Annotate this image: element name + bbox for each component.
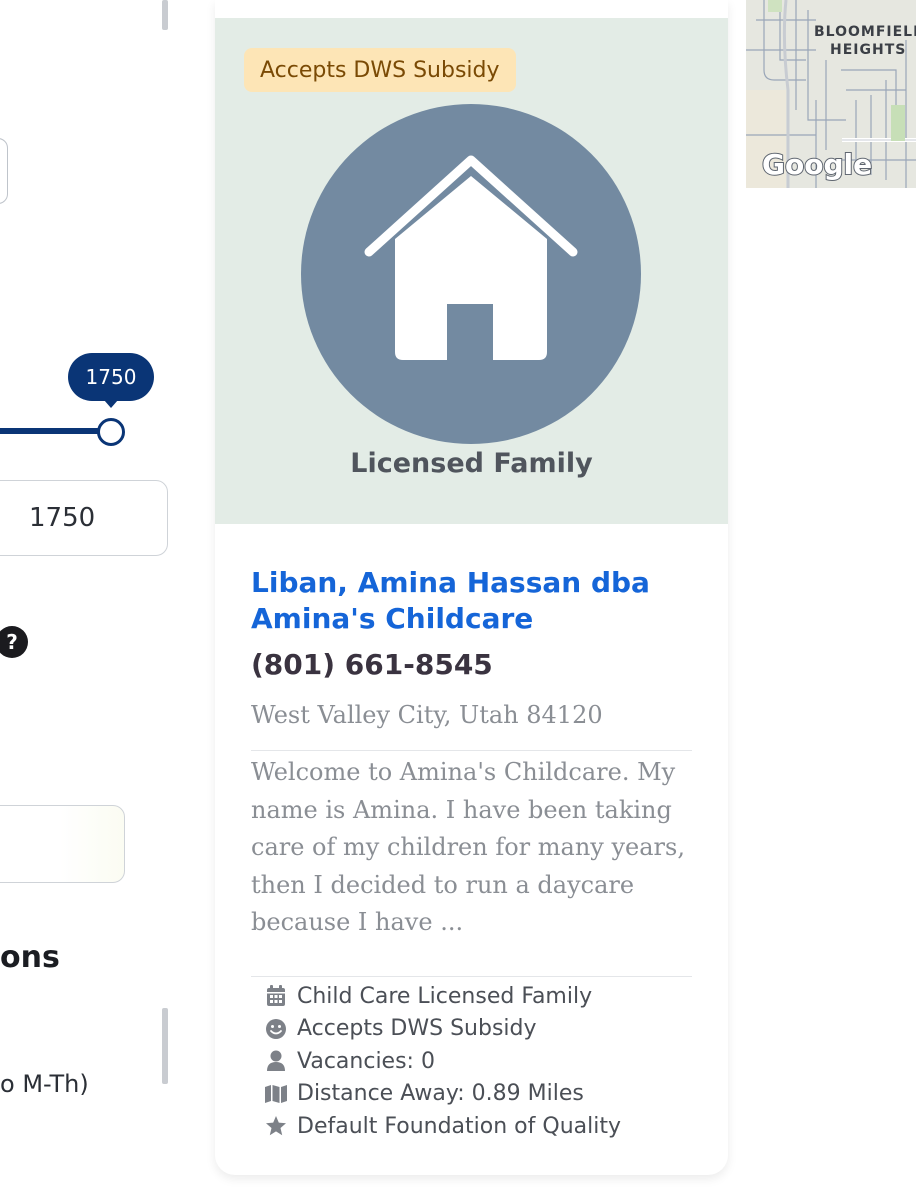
- divider: [251, 750, 692, 751]
- help-icon[interactable]: ?: [0, 626, 28, 658]
- max-price-input[interactable]: 1750: [0, 480, 168, 556]
- provider-name-link[interactable]: Liban, Amina Hassan dba Amina's Childcar…: [251, 565, 691, 637]
- filter-input-top[interactable]: [0, 138, 8, 204]
- section-heading: ons: [0, 940, 60, 975]
- provider-phone[interactable]: (801) 661-8545: [251, 648, 493, 681]
- card-hero: Accepts DWS Subsidy Licensed Family: [215, 18, 728, 524]
- calendar-icon: [263, 984, 289, 1008]
- user-icon: [263, 1049, 289, 1073]
- house-icon: [301, 104, 641, 444]
- provider-card[interactable]: Accepts DWS Subsidy Licensed Family Liba…: [215, 0, 728, 1175]
- feature-list: Child Care Licensed Family Accepts DWS S…: [263, 980, 621, 1143]
- feature-label: Distance Away: 0.89 Miles: [297, 1081, 584, 1107]
- feature-item-vacancies: Vacancies: 0: [263, 1045, 621, 1078]
- feature-label: Default Foundation of Quality: [297, 1113, 621, 1139]
- map-thumbnail[interactable]: BLOOMFIELD HEIGHTS Google: [746, 0, 916, 188]
- feature-item-quality: Default Foundation of Quality: [263, 1110, 621, 1143]
- smile-icon: [263, 1017, 289, 1041]
- price-slider-track[interactable]: [0, 428, 112, 434]
- feature-item-care-type: Child Care Licensed Family: [263, 980, 621, 1013]
- feature-label: Vacancies: 0: [297, 1048, 435, 1074]
- subsidy-badge: Accepts DWS Subsidy: [244, 48, 516, 92]
- filter-text-input[interactable]: [0, 805, 125, 883]
- star-icon: [263, 1114, 289, 1138]
- price-slider-thumb[interactable]: [97, 418, 125, 446]
- schedule-option-label: o M-Th): [0, 1070, 89, 1098]
- map-area-label-2: HEIGHTS: [830, 42, 906, 58]
- feature-label: Child Care Licensed Family: [297, 983, 593, 1009]
- provider-type-label: Licensed Family: [350, 448, 593, 479]
- provider-description: Welcome to Amina's Childcare. My name is…: [251, 758, 685, 936]
- feature-item-subsidy: Accepts DWS Subsidy: [263, 1013, 621, 1046]
- feature-label: Accepts DWS Subsidy: [297, 1016, 537, 1042]
- scrollbar-bottom[interactable]: [162, 1008, 168, 1084]
- map-icon: [263, 1082, 289, 1106]
- google-logo: Google: [762, 148, 872, 181]
- scrollbar-top[interactable]: [162, 0, 168, 30]
- filter-panel: 1750 1750 ? ons o M-Th): [0, 0, 200, 1200]
- feature-item-distance: Distance Away: 0.89 Miles: [263, 1078, 621, 1111]
- max-price-input-value: 1750: [29, 503, 96, 533]
- provider-location: West Valley City, Utah 84120: [251, 701, 603, 729]
- map-area-label-1: BLOOMFIELD: [814, 24, 916, 40]
- slider-value-tooltip: 1750: [68, 353, 154, 408]
- divider: [251, 976, 692, 977]
